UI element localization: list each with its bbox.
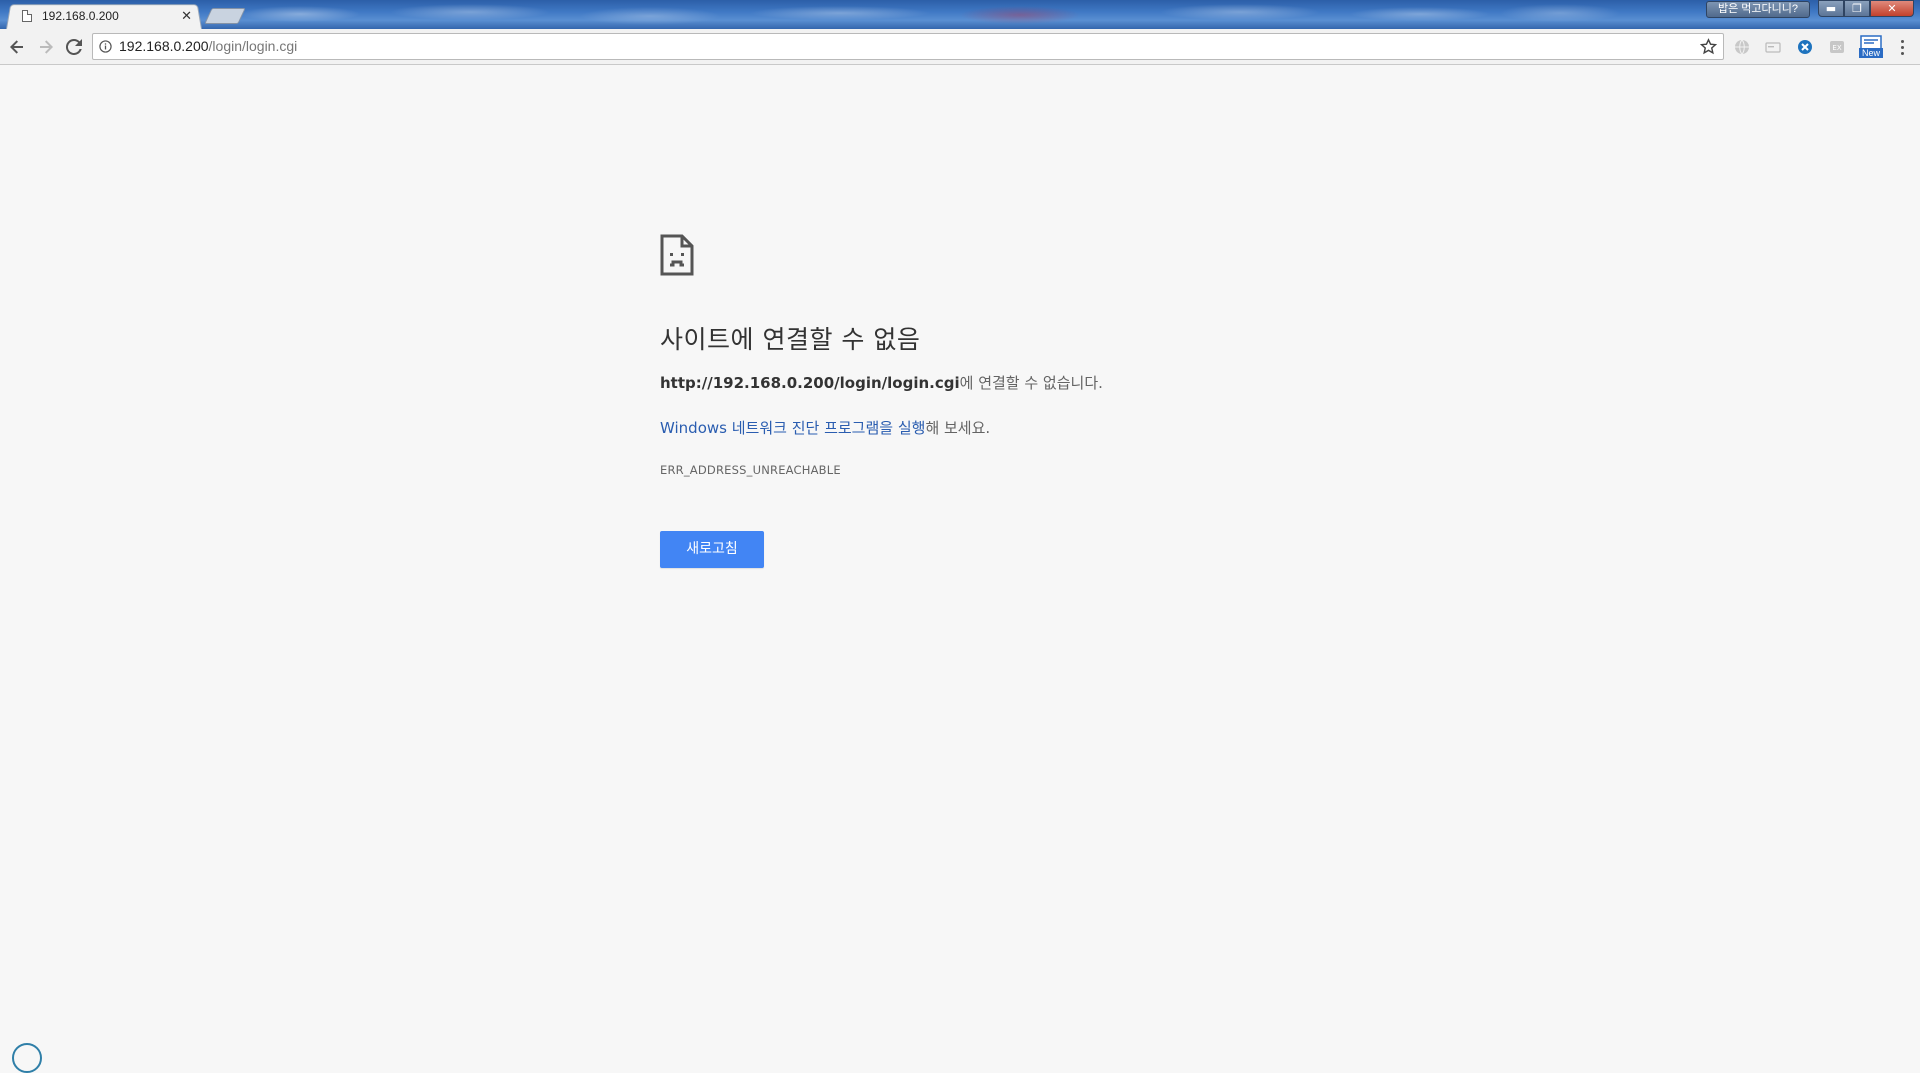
reload-icon xyxy=(66,39,82,55)
error-code: ERR_ADDRESS_UNREACHABLE xyxy=(660,463,841,477)
profile-badge[interactable]: 밥은 먹고다니니? xyxy=(1706,1,1810,18)
menu-dot xyxy=(1900,39,1904,43)
extension-globe[interactable] xyxy=(1733,38,1751,56)
diagnostic-suffix: 해 보세요. xyxy=(925,419,991,437)
url-host: 192.168.0.200 xyxy=(119,38,209,54)
blue-x-icon xyxy=(1798,40,1812,54)
extension-new[interactable]: New xyxy=(1858,35,1884,59)
reload-page-button[interactable]: 새로고침 xyxy=(660,531,764,568)
browser-menu-button[interactable] xyxy=(1895,38,1909,56)
error-content: 사이트에 연결할 수 없음 http://192.168.0.200/login… xyxy=(660,234,1360,568)
window-controls: ▬ ❐ ✕ xyxy=(1818,0,1914,17)
active-tab[interactable]: 192.168.0.200 ✕ xyxy=(22,6,202,26)
address-bar[interactable]: 192.168.0.200/login/login.cgi xyxy=(92,33,1724,60)
card-icon xyxy=(1765,42,1781,53)
maximize-button[interactable]: ❐ xyxy=(1844,0,1870,17)
reload-button[interactable] xyxy=(63,36,85,58)
back-button[interactable] xyxy=(6,36,28,58)
bookmark-star-icon[interactable] xyxy=(1700,38,1717,55)
close-window-button[interactable]: ✕ xyxy=(1870,0,1914,17)
error-url-suffix: 에 연결할 수 없습니다. xyxy=(959,374,1103,392)
extension-ext[interactable]: EX xyxy=(1828,38,1846,56)
browser-toolbar: 192.168.0.200/login/login.cgi EX New xyxy=(0,29,1920,65)
menu-dot xyxy=(1900,51,1904,55)
taskbar-logo-icon[interactable] xyxy=(12,1043,42,1073)
minimize-button[interactable]: ▬ xyxy=(1818,0,1844,17)
diagnostic-suggestion: Windows 네트워크 진단 프로그램을 실행해 보세요. xyxy=(660,417,1360,438)
globe-icon xyxy=(1735,39,1749,55)
forward-button[interactable] xyxy=(35,36,57,58)
new-badge-label: New xyxy=(1861,48,1880,58)
info-icon[interactable] xyxy=(99,40,112,53)
forward-arrow-icon xyxy=(40,40,53,54)
error-description: http://192.168.0.200/login/login.cgi에 연결… xyxy=(660,372,1360,393)
error-heading: 사이트에 연결할 수 없음 xyxy=(660,325,921,354)
back-arrow-icon xyxy=(10,40,23,54)
sad-page-icon xyxy=(660,234,694,276)
title-bar-background xyxy=(0,0,1920,29)
page-favicon-icon xyxy=(22,10,32,22)
svg-text:EX: EX xyxy=(1832,44,1841,52)
extension-blue-x[interactable] xyxy=(1796,38,1814,56)
url-path: /login/login.cgi xyxy=(208,38,298,54)
extension-card[interactable] xyxy=(1764,38,1782,56)
menu-dot xyxy=(1900,45,1904,49)
title-bar: 192.168.0.200 ✕ 밥은 먹고다니니? ▬ ❐ ✕ xyxy=(0,0,1920,29)
tab-title: 192.168.0.200 xyxy=(42,9,119,23)
url-text[interactable]: 192.168.0.200/login/login.cgi xyxy=(119,34,297,59)
ext-icon: EX xyxy=(1830,41,1844,53)
error-url: http://192.168.0.200/login/login.cgi xyxy=(660,374,960,392)
network-diagnostics-link[interactable]: Windows 네트워크 진단 프로그램을 실행 xyxy=(660,419,925,437)
tab-close-icon[interactable]: ✕ xyxy=(181,9,192,24)
